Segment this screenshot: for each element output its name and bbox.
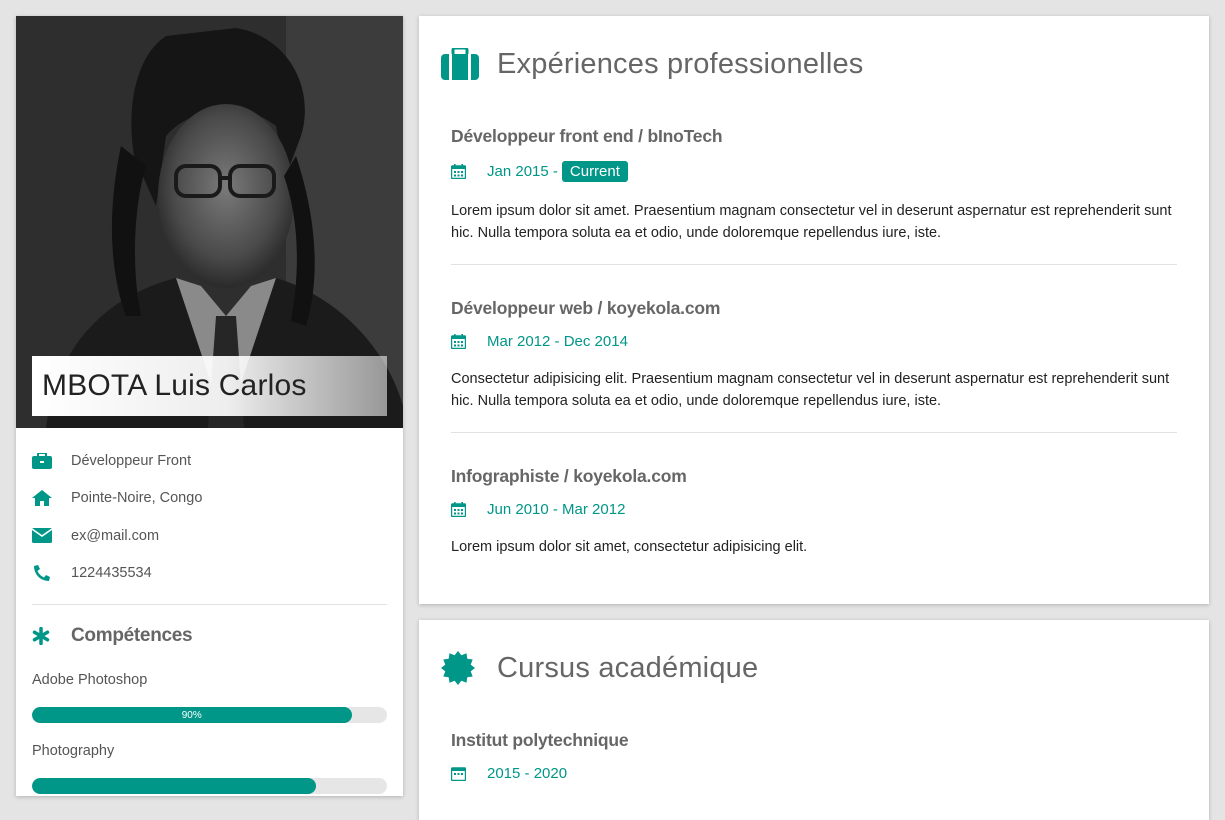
job-description: Consectetur adipisicing elit. Praesentiu… xyxy=(451,371,1170,409)
skill-percent-label: 90% xyxy=(181,709,202,721)
job-date-text: Jan 2015 - xyxy=(487,163,558,180)
job-entry: Développeur front end / bInoTech Jan 201… xyxy=(451,126,1177,265)
job-date-text: Jun 2010 - Mar 2012 xyxy=(487,501,626,518)
profile-name-box: MBOTA Luis Carlos xyxy=(32,356,387,416)
education-heading: Cursus académique xyxy=(419,620,1209,716)
info-row-phone: 1224435534 xyxy=(32,555,387,593)
job-title: Développeur front end / bInoTech xyxy=(451,126,723,146)
job-date: Jan 2015 - Current xyxy=(451,161,1177,182)
skill-item: Photography xyxy=(16,743,403,794)
skills-heading: Compétences xyxy=(16,605,403,647)
job-date: Jun 2010 - Mar 2012 xyxy=(451,501,1177,518)
skill-progress-fill xyxy=(32,778,316,794)
skill-progress-bar xyxy=(32,778,387,794)
profile-photo: MBOTA Luis Carlos xyxy=(16,16,403,428)
experience-heading: Expériences professionelles xyxy=(419,16,1209,112)
calendar-icon xyxy=(451,164,487,179)
skills-title: Compétences xyxy=(71,625,193,646)
education-date-text: 2015 - 2020 xyxy=(487,765,568,782)
skill-progress-fill: 90% xyxy=(32,707,352,723)
experience-card: Expériences professionelles Développeur … xyxy=(419,16,1209,604)
profile-card: MBOTA Luis Carlos Développeur Front Poin… xyxy=(16,16,403,796)
job-date: Mar 2012 - Dec 2014 xyxy=(451,333,1177,350)
job-entry: Développeur web / koyekola.com Mar 2012 … xyxy=(451,298,1177,433)
skill-progress-bar: 90% xyxy=(32,707,387,723)
calendar-icon xyxy=(451,766,487,781)
skill-label: Photography xyxy=(32,743,115,759)
info-row-location: Pointe-Noire, Congo xyxy=(32,480,387,518)
divider xyxy=(451,432,1177,433)
skill-label: Adobe Photoshop xyxy=(32,672,148,688)
divider xyxy=(451,264,1177,265)
calendar-icon xyxy=(451,334,487,349)
education-school: Institut polytechnique xyxy=(451,730,629,750)
experience-title: Expériences professionelles xyxy=(497,47,864,80)
job-description: Lorem ipsum dolor sit amet, consectetur … xyxy=(451,539,808,555)
current-badge: Current xyxy=(561,161,628,182)
suitcase-icon xyxy=(441,48,497,80)
education-date: 2015 - 2020 xyxy=(451,765,1177,782)
job-entry: Infographiste / koyekola.com Jun 2010 - … xyxy=(451,466,1177,558)
education-title: Cursus académique xyxy=(497,651,759,684)
profile-name: MBOTA Luis Carlos xyxy=(42,369,307,402)
info-email-text[interactable]: ex@mail.com xyxy=(71,528,159,544)
info-job-text: Développeur Front xyxy=(71,452,192,469)
education-entry: Institut polytechnique 2015 - 2020 xyxy=(451,730,1177,782)
info-phone-text[interactable]: 1224435534 xyxy=(71,565,152,581)
job-date-text: Mar 2012 - Dec 2014 xyxy=(487,333,628,350)
home-icon xyxy=(32,490,71,507)
contact-info: Développeur Front Pointe-Noire, Congo ex… xyxy=(16,428,403,592)
envelope-icon xyxy=(32,528,71,544)
calendar-icon xyxy=(451,502,487,517)
info-location-text: Pointe-Noire, Congo xyxy=(71,490,203,507)
asterisk-icon xyxy=(32,627,71,645)
info-row-email: ex@mail.com xyxy=(32,517,387,555)
skill-item: Adobe Photoshop 90% xyxy=(16,672,403,723)
job-description: Lorem ipsum dolor sit amet. Praesentium … xyxy=(451,203,1172,241)
job-title: Infographiste / koyekola.com xyxy=(451,466,687,486)
job-title: Développeur web / koyekola.com xyxy=(451,298,721,318)
briefcase-icon xyxy=(32,452,71,469)
info-row-job: Développeur Front xyxy=(32,442,387,480)
certificate-icon xyxy=(441,651,497,685)
phone-icon xyxy=(32,565,71,582)
education-card: Cursus académique Institut polytechnique… xyxy=(419,620,1209,820)
